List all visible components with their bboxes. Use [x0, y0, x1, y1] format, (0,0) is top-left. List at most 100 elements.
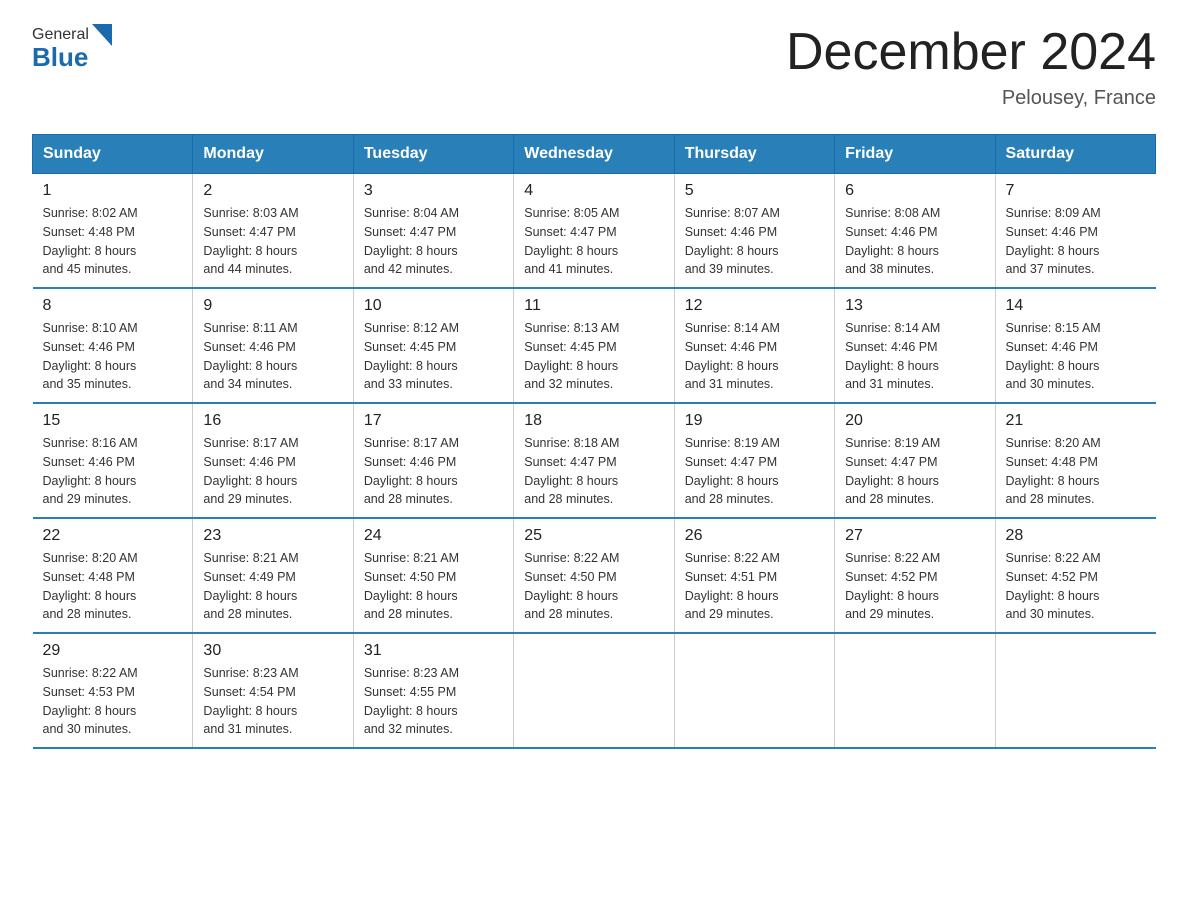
calendar-day-cell: [514, 633, 674, 748]
day-info: Sunrise: 8:22 AMSunset: 4:51 PMDaylight:…: [685, 549, 824, 624]
day-info: Sunrise: 8:19 AMSunset: 4:47 PMDaylight:…: [685, 434, 824, 509]
page-subtitle: Pelousey, France: [786, 87, 1156, 110]
day-info: Sunrise: 8:20 AMSunset: 4:48 PMDaylight:…: [1006, 434, 1146, 509]
calendar-week-row: 29 Sunrise: 8:22 AMSunset: 4:53 PMDayligh…: [33, 633, 1156, 748]
day-info: Sunrise: 8:05 AMSunset: 4:47 PMDaylight:…: [524, 204, 663, 279]
calendar-day-cell: 21 Sunrise: 8:20 AMSunset: 4:48 PMDayligh…: [995, 403, 1155, 518]
calendar-day-cell: 13 Sunrise: 8:14 AMSunset: 4:46 PMDayligh…: [835, 288, 995, 403]
day-number: 25: [524, 527, 663, 545]
day-number: 21: [1006, 412, 1146, 430]
day-info: Sunrise: 8:07 AMSunset: 4:46 PMDaylight:…: [685, 204, 824, 279]
day-number: 29: [43, 642, 183, 660]
calendar-day-cell: 8Sunrise: 8:10 AMSunset: 4:46 PMDaylight…: [33, 288, 193, 403]
col-sunday: Sunday: [33, 135, 193, 174]
calendar-day-cell: 27 Sunrise: 8:22 AMSunset: 4:52 PMDayligh…: [835, 518, 995, 633]
calendar-day-cell: 11Sunrise: 8:13 AMSunset: 4:45 PMDayligh…: [514, 288, 674, 403]
logo-blue-text: Blue: [32, 42, 88, 73]
day-info: Sunrise: 8:14 AMSunset: 4:46 PMDaylight:…: [685, 319, 824, 394]
day-info: Sunrise: 8:17 AMSunset: 4:46 PMDaylight:…: [203, 434, 342, 509]
col-monday: Monday: [193, 135, 353, 174]
calendar-day-cell: 31 Sunrise: 8:23 AMSunset: 4:55 PMDayligh…: [353, 633, 513, 748]
day-info: Sunrise: 8:10 AMSunset: 4:46 PMDaylight:…: [43, 319, 183, 394]
day-number: 3: [364, 182, 503, 200]
calendar-day-cell: 16 Sunrise: 8:17 AMSunset: 4:46 PMDayligh…: [193, 403, 353, 518]
day-number: 6: [845, 182, 984, 200]
day-number: 22: [43, 527, 183, 545]
day-info: Sunrise: 8:22 AMSunset: 4:50 PMDaylight:…: [524, 549, 663, 624]
calendar-day-cell: 17Sunrise: 8:17 AMSunset: 4:46 PMDayligh…: [353, 403, 513, 518]
day-number: 2: [203, 182, 342, 200]
calendar-day-cell: 7Sunrise: 8:09 AMSunset: 4:46 PMDaylight…: [995, 174, 1155, 289]
calendar-day-cell: 5 Sunrise: 8:07 AMSunset: 4:46 PMDaylight…: [674, 174, 834, 289]
calendar-day-cell: 29 Sunrise: 8:22 AMSunset: 4:53 PMDayligh…: [33, 633, 193, 748]
day-number: 13: [845, 297, 984, 315]
day-info: Sunrise: 8:21 AMSunset: 4:49 PMDaylight:…: [203, 549, 342, 624]
day-info: Sunrise: 8:18 AMSunset: 4:47 PMDaylight:…: [524, 434, 663, 509]
calendar-day-cell: 20 Sunrise: 8:19 AMSunset: 4:47 PMDayligh…: [835, 403, 995, 518]
calendar-day-cell: 2Sunrise: 8:03 AMSunset: 4:47 PMDaylight…: [193, 174, 353, 289]
day-info: Sunrise: 8:16 AMSunset: 4:46 PMDaylight:…: [43, 434, 183, 509]
day-number: 26: [685, 527, 824, 545]
calendar-day-cell: 25 Sunrise: 8:22 AMSunset: 4:50 PMDayligh…: [514, 518, 674, 633]
calendar-week-row: 15 Sunrise: 8:16 AMSunset: 4:46 PMDayligh…: [33, 403, 1156, 518]
col-tuesday: Tuesday: [353, 135, 513, 174]
calendar-day-cell: 24Sunrise: 8:21 AMSunset: 4:50 PMDayligh…: [353, 518, 513, 633]
day-number: 31: [364, 642, 503, 660]
day-number: 17: [364, 412, 503, 430]
calendar-header-row: Sunday Monday Tuesday Wednesday Thursday…: [33, 135, 1156, 174]
day-number: 23: [203, 527, 342, 545]
calendar-day-cell: 10Sunrise: 8:12 AMSunset: 4:45 PMDayligh…: [353, 288, 513, 403]
day-info: Sunrise: 8:04 AMSunset: 4:47 PMDaylight:…: [364, 204, 503, 279]
calendar-day-cell: 22 Sunrise: 8:20 AMSunset: 4:48 PMDayligh…: [33, 518, 193, 633]
day-info: Sunrise: 8:21 AMSunset: 4:50 PMDaylight:…: [364, 549, 503, 624]
day-info: Sunrise: 8:15 AMSunset: 4:46 PMDaylight:…: [1006, 319, 1146, 394]
page-header: General Blue December 2024 Pelousey, Fra…: [32, 24, 1156, 110]
calendar-day-cell: 26 Sunrise: 8:22 AMSunset: 4:51 PMDayligh…: [674, 518, 834, 633]
calendar-day-cell: [835, 633, 995, 748]
day-number: 7: [1006, 182, 1146, 200]
day-info: Sunrise: 8:13 AMSunset: 4:45 PMDaylight:…: [524, 319, 663, 394]
calendar-day-cell: 9Sunrise: 8:11 AMSunset: 4:46 PMDaylight…: [193, 288, 353, 403]
calendar-day-cell: 3 Sunrise: 8:04 AMSunset: 4:47 PMDaylight…: [353, 174, 513, 289]
calendar-day-cell: 23 Sunrise: 8:21 AMSunset: 4:49 PMDayligh…: [193, 518, 353, 633]
calendar-day-cell: 30Sunrise: 8:23 AMSunset: 4:54 PMDayligh…: [193, 633, 353, 748]
calendar-day-cell: 12Sunrise: 8:14 AMSunset: 4:46 PMDayligh…: [674, 288, 834, 403]
day-number: 14: [1006, 297, 1146, 315]
calendar-day-cell: 19Sunrise: 8:19 AMSunset: 4:47 PMDayligh…: [674, 403, 834, 518]
day-info: Sunrise: 8:20 AMSunset: 4:48 PMDaylight:…: [43, 549, 183, 624]
calendar-week-row: 1Sunrise: 8:02 AMSunset: 4:48 PMDaylight…: [33, 174, 1156, 289]
page-title: December 2024: [786, 24, 1156, 81]
calendar-day-cell: [995, 633, 1155, 748]
calendar-day-cell: 14 Sunrise: 8:15 AMSunset: 4:46 PMDayligh…: [995, 288, 1155, 403]
col-saturday: Saturday: [995, 135, 1155, 174]
day-number: 5: [685, 182, 824, 200]
day-number: 4: [524, 182, 663, 200]
day-info: Sunrise: 8:23 AMSunset: 4:55 PMDaylight:…: [364, 664, 503, 739]
day-info: Sunrise: 8:22 AMSunset: 4:52 PMDaylight:…: [845, 549, 984, 624]
logo-triangle-icon: [92, 24, 112, 46]
day-info: Sunrise: 8:11 AMSunset: 4:46 PMDaylight:…: [203, 319, 342, 394]
calendar-day-cell: 28 Sunrise: 8:22 AMSunset: 4:52 PMDayligh…: [995, 518, 1155, 633]
col-thursday: Thursday: [674, 135, 834, 174]
calendar-day-cell: 4 Sunrise: 8:05 AMSunset: 4:47 PMDaylight…: [514, 174, 674, 289]
day-info: Sunrise: 8:22 AMSunset: 4:52 PMDaylight:…: [1006, 549, 1146, 624]
day-number: 28: [1006, 527, 1146, 545]
day-number: 10: [364, 297, 503, 315]
col-wednesday: Wednesday: [514, 135, 674, 174]
day-info: Sunrise: 8:22 AMSunset: 4:53 PMDaylight:…: [43, 664, 183, 739]
calendar-day-cell: 18 Sunrise: 8:18 AMSunset: 4:47 PMDayligh…: [514, 403, 674, 518]
calendar-table: Sunday Monday Tuesday Wednesday Thursday…: [32, 134, 1156, 749]
day-number: 16: [203, 412, 342, 430]
title-area: December 2024 Pelousey, France: [786, 24, 1156, 110]
calendar-day-cell: 15 Sunrise: 8:16 AMSunset: 4:46 PMDayligh…: [33, 403, 193, 518]
logo: General Blue: [32, 24, 112, 73]
day-number: 15: [43, 412, 183, 430]
calendar-day-cell: 1Sunrise: 8:02 AMSunset: 4:48 PMDaylight…: [33, 174, 193, 289]
day-number: 20: [845, 412, 984, 430]
day-info: Sunrise: 8:14 AMSunset: 4:46 PMDaylight:…: [845, 319, 984, 394]
day-number: 27: [845, 527, 984, 545]
day-info: Sunrise: 8:19 AMSunset: 4:47 PMDaylight:…: [845, 434, 984, 509]
calendar-week-row: 22 Sunrise: 8:20 AMSunset: 4:48 PMDayligh…: [33, 518, 1156, 633]
day-info: Sunrise: 8:08 AMSunset: 4:46 PMDaylight:…: [845, 204, 984, 279]
day-number: 18: [524, 412, 663, 430]
